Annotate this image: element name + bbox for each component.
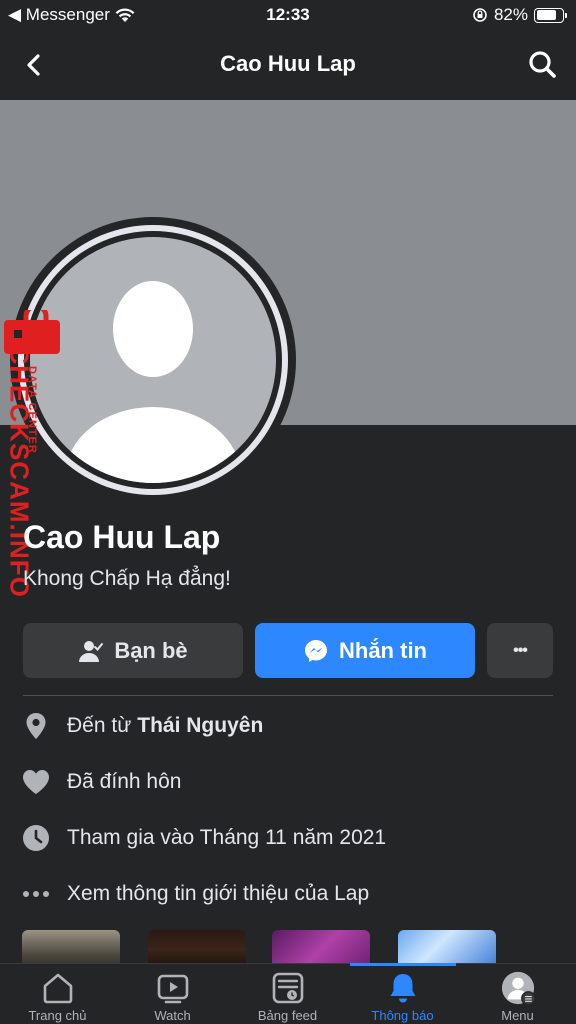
bell-icon [385,970,421,1006]
message-button-label: Nhắn tin [339,637,427,663]
nav-home-label: Trang chủ [28,1008,87,1023]
info-relationship: Đã đính hôn [22,762,181,802]
bottom-nav: Trang chủ Watch Bảng feed Thông báo Menu [0,963,576,1024]
messenger-icon [305,639,327,662]
location-pin-icon [22,712,50,740]
more-options-button[interactable]: ••• [487,623,553,678]
status-right: 82% [472,5,567,25]
divider [23,695,553,696]
see-about-text: Xem thông tin giới thiệu của Lap [67,882,370,905]
joined-text: Tham gia vào Tháng 11 năm 2021 [67,826,387,849]
info-see-about[interactable]: Xem thông tin giới thiệu của Lap [22,874,369,914]
search-icon [529,51,556,78]
nav-menu[interactable]: Menu [460,964,575,1024]
relationship-text: Đã đính hôn [67,770,182,793]
nav-notifications[interactable]: Thông báo [345,964,460,1024]
header: Cao Huu Lap [0,32,576,98]
nav-watch-label: Watch [154,1008,191,1023]
hometown-prefix: Đến từ [67,714,132,737]
hometown-place[interactable]: Thái Nguyên [137,714,263,738]
message-button[interactable]: Nhắn tin [255,623,475,678]
friends-button[interactable]: Bạn bè [23,623,243,678]
friend-check-icon [79,640,104,662]
nav-menu-label: Menu [501,1008,534,1023]
info-hometown: Đến từ Thái Nguyên [22,706,263,746]
feed-icon [270,970,306,1006]
nav-home[interactable]: Trang chủ [0,964,115,1024]
battery-percent: 82% [493,5,528,24]
clock-icon [22,824,50,852]
watermark-line1: DATA CENTER [26,366,38,454]
battery-icon [534,7,567,23]
menu-avatar-icon [500,970,536,1006]
more-icon: ••• [513,641,528,659]
nav-watch[interactable]: Watch [115,964,230,1024]
friends-button-label: Bạn bè [114,637,188,663]
profile-name: Cao Huu Lap [23,519,221,555]
default-avatar-image [30,237,276,483]
person-silhouette-icon [65,281,241,483]
status-bar: ◀ Messenger 12:33 82% [0,0,576,32]
nav-feeds[interactable]: Bảng feed [230,964,345,1024]
header-title: Cao Huu Lap [220,51,356,76]
nav-notifications-label: Thông báo [371,1008,434,1023]
search-button[interactable] [526,48,558,80]
nav-feeds-label: Bảng feed [257,1008,318,1023]
watch-icon [155,970,191,1006]
heart-icon [22,768,50,796]
profile-bio: Khong Chấp Hạ đẳng! [23,567,231,590]
orientation-lock-icon [473,8,487,22]
home-icon [40,970,76,1006]
ellipsis-icon [22,880,50,908]
battery-fill [536,10,557,20]
info-joined: Tham gia vào Tháng 11 năm 2021 [22,818,386,858]
